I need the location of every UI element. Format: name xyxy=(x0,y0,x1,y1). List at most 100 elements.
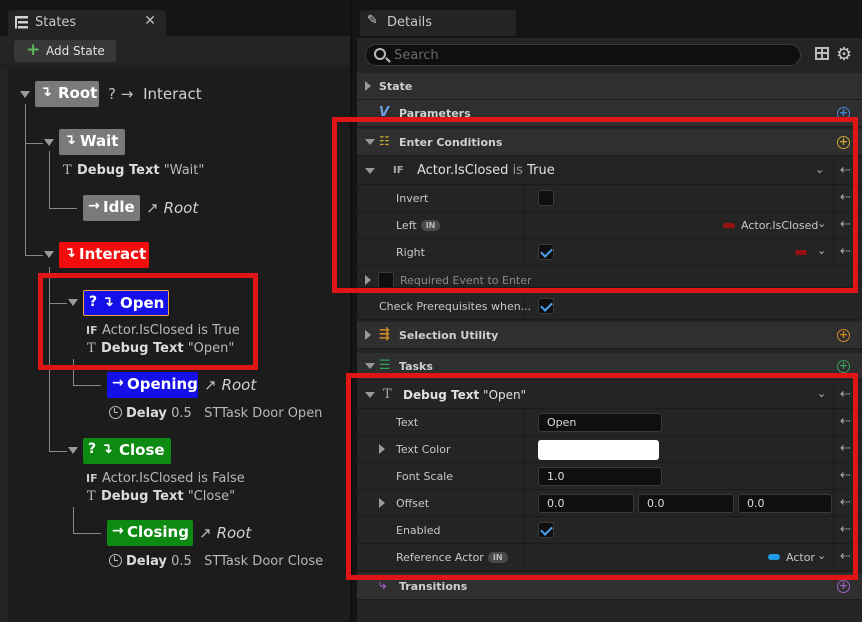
add-state-label: Add State xyxy=(46,44,105,58)
expand-arrow-icon[interactable] xyxy=(379,444,385,454)
font-scale-field[interactable]: 1.0 xyxy=(538,467,662,486)
open-condition-subject: Actor.IsClosed xyxy=(102,323,194,338)
tab-states[interactable]: States ✕ xyxy=(8,10,166,36)
pencil-icon: ✎ xyxy=(367,13,378,28)
state-wait[interactable]: ↴ Wait xyxy=(59,129,125,155)
state-opening[interactable]: → Opening xyxy=(107,372,198,398)
chevron-down-icon[interactable]: ⌄ xyxy=(817,217,826,230)
collapse-arrow-icon[interactable] xyxy=(365,139,375,145)
row-divider xyxy=(524,490,525,516)
gear-icon[interactable]: ⚙ xyxy=(836,44,852,65)
reset-arrow-icon[interactable]: ⇠ xyxy=(840,217,851,232)
leaf-arrow-icon: → xyxy=(112,523,124,539)
search-box[interactable] xyxy=(365,44,801,66)
expand-arrow-icon[interactable] xyxy=(68,447,78,454)
row-divider xyxy=(524,212,525,238)
left-binding[interactable]: Actor.IsClosed xyxy=(723,219,818,232)
collapse-arrow-icon[interactable] xyxy=(365,168,375,174)
expand-arrow-icon[interactable] xyxy=(365,275,371,285)
add-utility-icon[interactable]: + xyxy=(837,329,850,342)
tab-details[interactable]: ✎ Details xyxy=(360,10,516,36)
add-task-icon[interactable]: + xyxy=(837,360,850,373)
collapse-arrow-icon[interactable] xyxy=(365,392,375,398)
text-color-swatch[interactable] xyxy=(538,440,659,460)
reset-arrow-icon[interactable]: ⇠ xyxy=(840,244,851,259)
tree-guide xyxy=(49,451,67,452)
category-transitions[interactable]: ⤷ Transitions + xyxy=(357,573,862,600)
table-view-icon[interactable] xyxy=(815,47,829,60)
collapse-arrow-icon[interactable] xyxy=(365,363,375,369)
expand-arrow-icon[interactable] xyxy=(379,498,385,508)
row-divider xyxy=(833,517,834,543)
add-condition-icon[interactable]: + xyxy=(837,136,850,149)
add-transition-icon[interactable]: + xyxy=(837,580,850,593)
state-arrow-icon: ↴ xyxy=(40,84,52,100)
right-checkbox[interactable] xyxy=(538,244,554,260)
open-task-value: "Open" xyxy=(187,341,235,356)
wait-task: T Debug Text "Wait" xyxy=(63,163,204,178)
closing-transition: ↗ Root xyxy=(199,524,251,542)
reset-arrow-icon[interactable]: ⇠ xyxy=(840,522,851,537)
opening-transition: ↗ Root xyxy=(204,376,256,394)
state-root-label: Root xyxy=(58,84,98,102)
state-close[interactable]: ? ↴ Close xyxy=(83,438,171,464)
offset-x-field[interactable]: 0.0 xyxy=(538,494,634,513)
category-tasks[interactable]: ☰ Tasks + xyxy=(357,353,862,380)
offset-z-field[interactable]: 0.0 xyxy=(738,494,832,513)
category-state[interactable]: State xyxy=(357,73,862,100)
state-root[interactable]: ↴ Root xyxy=(35,81,99,107)
state-open[interactable]: ? ↴ Open xyxy=(83,290,169,316)
reset-arrow-icon[interactable]: ⇠ xyxy=(840,190,851,205)
category-state-label: State xyxy=(379,80,413,93)
close-icon[interactable]: ✕ xyxy=(144,13,156,29)
reset-arrow-icon[interactable]: ⇠ xyxy=(840,387,851,402)
text-value-field[interactable]: Open xyxy=(538,413,662,432)
category-enter-conditions[interactable]: ☷ Enter Conditions + xyxy=(357,129,862,156)
object-pin-icon xyxy=(768,554,780,560)
chevron-down-icon[interactable]: ⌄ xyxy=(817,549,826,562)
expand-arrow-icon[interactable] xyxy=(44,139,54,146)
search-input[interactable] xyxy=(394,47,784,64)
chevron-down-icon[interactable]: ⌄ xyxy=(815,163,824,176)
state-arrow-icon: ↴ xyxy=(64,245,76,261)
category-selection-utility[interactable]: ⇶ Selection Utility + xyxy=(357,322,862,349)
required-event-row[interactable]: Required Event to Enter xyxy=(357,266,862,288)
condition-header-row[interactable]: IF Actor.IsClosed is True ⌄ ⇠ xyxy=(357,158,862,185)
offset-y-field[interactable]: 0.0 xyxy=(638,494,734,513)
check-prereq-checkbox[interactable] xyxy=(538,298,554,314)
enabled-checkbox[interactable] xyxy=(538,522,554,538)
chevron-down-icon[interactable]: ⌄ xyxy=(817,387,826,400)
state-arrow-icon: ↴ xyxy=(64,132,76,148)
reset-arrow-icon[interactable]: ⇠ xyxy=(840,163,851,178)
required-event-checkbox[interactable] xyxy=(378,272,394,287)
closing-task: Delay 0.5 STTask Door Close xyxy=(109,554,323,569)
invert-checkbox[interactable] xyxy=(538,190,554,206)
if-icon: IF xyxy=(86,324,98,337)
expand-arrow-icon[interactable] xyxy=(365,330,371,340)
reset-arrow-icon[interactable]: ⇠ xyxy=(840,468,851,483)
chevron-down-icon[interactable]: ⌄ xyxy=(817,244,826,257)
required-event-label: Required Event to Enter xyxy=(400,274,532,287)
reference-actor-binding[interactable]: Actor xyxy=(768,551,815,564)
state-interact[interactable]: ↴ Interact xyxy=(59,242,149,268)
expand-arrow-icon[interactable] xyxy=(68,299,78,306)
idle-transition-target: Root xyxy=(163,199,199,217)
state-interact-label: Interact xyxy=(79,245,147,263)
expand-arrow-icon[interactable] xyxy=(44,251,54,258)
right-binding[interactable] xyxy=(795,246,813,259)
category-parameters[interactable]: V Parameters + xyxy=(357,100,862,127)
add-parameter-icon[interactable]: + xyxy=(837,107,850,120)
reset-arrow-icon[interactable]: ⇠ xyxy=(840,441,851,456)
close-task-value: "Close" xyxy=(187,489,236,504)
state-idle[interactable]: → Idle xyxy=(83,195,140,221)
task-header-row[interactable]: T Debug Text "Open" ⌄ ⇠ xyxy=(357,382,862,409)
reset-arrow-icon[interactable]: ⇠ xyxy=(840,495,851,510)
expand-arrow-icon[interactable] xyxy=(20,91,30,98)
reset-arrow-icon[interactable]: ⇠ xyxy=(840,414,851,429)
reset-arrow-icon[interactable]: ⇠ xyxy=(840,549,851,564)
state-closing[interactable]: → Closing xyxy=(107,520,193,546)
right-label: Right xyxy=(396,246,425,259)
expand-arrow-icon[interactable] xyxy=(365,81,371,91)
in-badge: IN xyxy=(420,220,441,231)
add-state-button[interactable]: + Add State xyxy=(14,40,116,62)
